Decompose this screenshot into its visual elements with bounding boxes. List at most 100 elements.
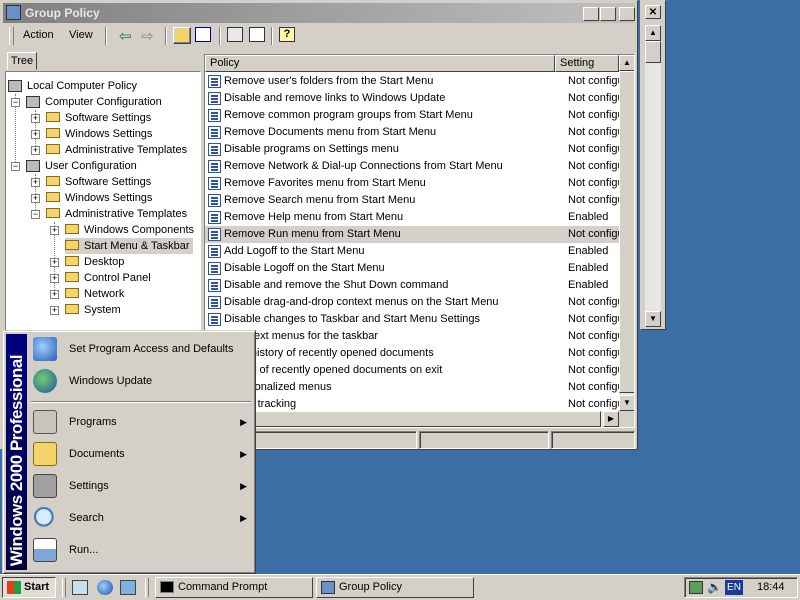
policy-row[interactable]: Disable drag-and-drop context menus on t… xyxy=(205,294,624,311)
tab-tree[interactable]: Tree xyxy=(7,52,37,70)
expand-toggle[interactable]: + xyxy=(50,306,59,315)
vertical-scrollbar[interactable]: ▲ ▼ xyxy=(645,25,661,327)
tree-node[interactable]: Local Computer Policy xyxy=(8,78,137,94)
scroll-right-button[interactable]: ▶ xyxy=(603,411,619,427)
minimize-button[interactable]: _ xyxy=(583,7,599,21)
tree-node[interactable]: Control Panel xyxy=(65,270,151,286)
expand-toggle[interactable]: + xyxy=(31,146,40,155)
task-group-policy[interactable]: Group Policy xyxy=(316,577,474,598)
policy-row[interactable]: Remove common program groups from Start … xyxy=(205,107,624,124)
column-header-setting[interactable]: Setting xyxy=(555,55,619,72)
policy-row[interactable]: Disable and remove links to Windows Upda… xyxy=(205,90,624,107)
tree-node[interactable]: Software Settings xyxy=(46,174,151,190)
policy-row[interactable]: Remove Favorites menu from Start Menu Not… xyxy=(205,175,624,192)
menu-item-programs[interactable]: Programs ▶ xyxy=(29,406,253,438)
language-indicator[interactable]: EN xyxy=(725,580,743,595)
menu-view[interactable]: View xyxy=(69,29,93,41)
menu-action[interactable]: Action xyxy=(23,29,54,41)
title-bar[interactable]: Group Policy _ □ ✕ xyxy=(3,3,635,23)
help-icon[interactable]: ? xyxy=(279,27,295,42)
task-command-prompt[interactable]: Command Prompt xyxy=(155,577,313,598)
internet-explorer-icon[interactable] xyxy=(97,580,113,595)
policy-name: Remove user's folders from the Start Men… xyxy=(224,75,434,87)
collapse-toggle[interactable]: − xyxy=(11,98,20,107)
policy-setting: Not configu xyxy=(568,109,624,121)
menu-item-documents[interactable]: Documents ▶ xyxy=(29,438,253,470)
clock[interactable]: 18:44 xyxy=(757,581,785,593)
scroll-thumb[interactable] xyxy=(645,41,661,63)
policy-setting: Enabled xyxy=(568,211,609,223)
properties-icon[interactable] xyxy=(227,27,243,42)
scroll-up-button[interactable]: ▲ xyxy=(645,25,661,41)
policy-row[interactable]: e context menus for the taskbar Not confi… xyxy=(205,328,624,345)
tree-node[interactable]: Administrative Templates xyxy=(46,142,187,158)
scroll-up-button[interactable]: ▲ xyxy=(619,55,634,71)
tree-node[interactable]: Windows Components xyxy=(65,222,194,238)
policy-row[interactable]: Remove Network & Dial-up Connections fro… xyxy=(205,158,624,175)
policy-setting-icon xyxy=(208,160,221,173)
policy-row[interactable]: Remove Search menu from Start Menu Not co… xyxy=(205,192,624,209)
expand-toggle[interactable]: + xyxy=(50,274,59,283)
tree-node[interactable]: Software Settings xyxy=(46,110,151,126)
scroll-down-button[interactable]: ▼ xyxy=(645,311,661,327)
tree-node[interactable]: Network xyxy=(65,286,124,302)
expand-toggle[interactable]: + xyxy=(31,194,40,203)
policy-list[interactable]: Policy Setting Remove user's folders fro… xyxy=(204,54,635,428)
column-header-policy[interactable]: Policy xyxy=(205,55,555,72)
forward-arrow-icon[interactable]: ⇨ xyxy=(141,27,154,45)
volume-icon[interactable]: 🔈 xyxy=(707,580,722,594)
vertical-scrollbar[interactable]: ▲ ▼ xyxy=(619,55,634,411)
policy-row[interactable]: Disable Logoff on the Start Menu Enabled xyxy=(205,260,619,277)
close-button[interactable]: ✕ xyxy=(619,7,635,21)
tree-node[interactable]: Desktop xyxy=(65,254,124,270)
policy-row[interactable]: keep history of recently opened document… xyxy=(205,345,624,362)
maximize-button[interactable]: □ xyxy=(600,7,616,21)
tree-node[interactable]: Windows Settings xyxy=(46,126,152,142)
back-arrow-icon[interactable]: ⇦ xyxy=(119,27,132,45)
network-icon[interactable] xyxy=(689,581,703,594)
policy-row[interactable]: Disable changes to Taskbar and Start Men… xyxy=(205,311,624,328)
outlook-express-icon[interactable] xyxy=(120,580,136,595)
collapse-toggle[interactable]: − xyxy=(31,210,40,219)
scroll-down-button[interactable]: ▼ xyxy=(619,395,634,411)
tree-node[interactable]: User Configuration xyxy=(26,158,137,174)
collapse-toggle[interactable]: − xyxy=(11,162,20,171)
start-button[interactable]: Start xyxy=(2,577,56,598)
policy-row[interactable]: Remove user's folders from the Start Men… xyxy=(205,73,624,90)
tree-node[interactable]: Windows Settings xyxy=(46,190,152,206)
policy-row-selected[interactable]: Remove Run menu from Start Menu Not confi… xyxy=(205,226,624,243)
tree-node[interactable]: System xyxy=(65,302,121,318)
policy-row[interactable]: Remove Help menu from Start Menu Enabled xyxy=(205,209,619,226)
tree-node[interactable]: Computer Configuration xyxy=(26,94,162,110)
show-hide-tree-icon[interactable] xyxy=(195,27,211,42)
menu-item-search[interactable]: Search ▶ xyxy=(29,502,253,534)
show-desktop-icon[interactable] xyxy=(72,580,88,595)
expand-toggle[interactable]: + xyxy=(31,114,40,123)
policy-name: history of recently opened documents on … xyxy=(224,364,443,376)
policy-row[interactable]: Remove Documents menu from Start Menu Not… xyxy=(205,124,624,141)
policy-row[interactable]: Disable programs on Settings menu Not con… xyxy=(205,141,624,158)
export-list-icon[interactable] xyxy=(249,27,265,42)
policy-row[interactable]: Disable and remove the Shut Down command… xyxy=(205,277,619,294)
tree-node-selected[interactable]: Start Menu & Taskbar xyxy=(65,238,193,254)
scroll-thumb-horizontal[interactable] xyxy=(221,411,601,427)
menu-item-settings[interactable]: Settings ▶ xyxy=(29,470,253,502)
policy-row[interactable]: history of recently opened documents on … xyxy=(205,362,624,379)
policy-row[interactable]: Add Logoff to the Start Menu Enabled xyxy=(205,243,619,260)
expand-toggle[interactable]: + xyxy=(50,258,59,267)
menu-item-set-program-access[interactable]: Set Program Access and Defaults xyxy=(29,333,253,365)
menu-item-run[interactable]: Run... xyxy=(29,534,253,566)
menu-item-windows-update[interactable]: Windows Update xyxy=(29,365,253,397)
expand-toggle[interactable]: + xyxy=(50,290,59,299)
expand-toggle[interactable]: + xyxy=(31,130,40,139)
expand-toggle[interactable]: + xyxy=(50,226,59,235)
tree-node[interactable]: Administrative Templates xyxy=(46,206,187,222)
policy-name: Remove Documents menu from Start Menu xyxy=(224,126,437,138)
policy-row[interactable]: e personalized menus Not configu xyxy=(205,379,624,396)
scroll-thumb[interactable] xyxy=(619,71,634,393)
close-button[interactable]: ✕ xyxy=(645,5,661,19)
tree-view[interactable]: Local Computer Policy − Computer Configu… xyxy=(5,71,201,331)
horizontal-scrollbar[interactable]: ◀ ▶ xyxy=(205,411,619,427)
expand-toggle[interactable]: + xyxy=(31,178,40,187)
up-folder-icon[interactable] xyxy=(173,27,191,44)
